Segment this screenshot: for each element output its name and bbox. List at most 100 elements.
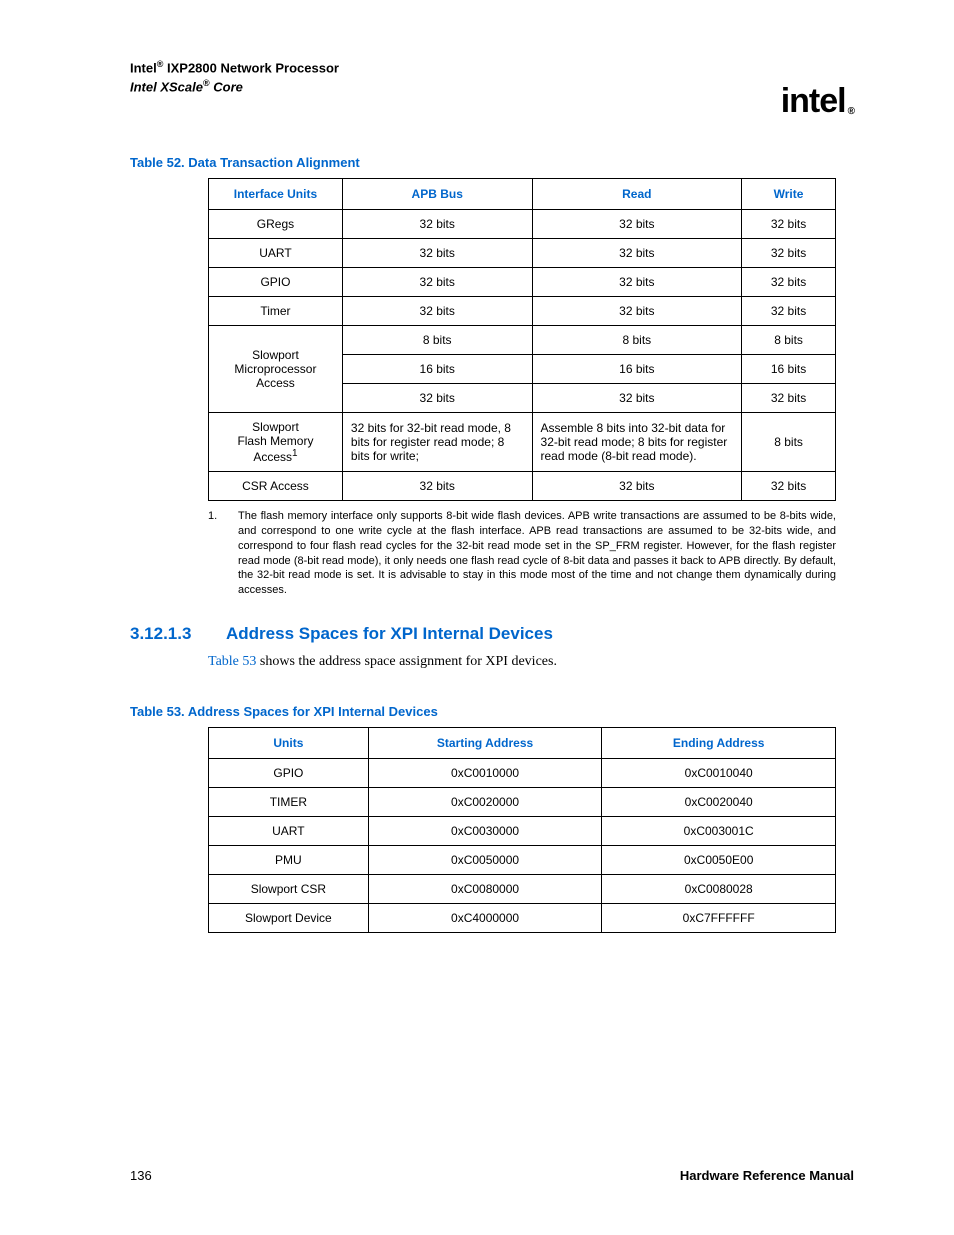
header-title-rest: IXP2800 Network Processor: [163, 60, 339, 75]
section-body-rest: shows the address space assignment for X…: [256, 654, 557, 669]
cell-read: 32 bits: [532, 472, 742, 501]
cell-unit: UART: [209, 239, 343, 268]
page-header: Intel® IXP2800 Network Processor Intel X…: [130, 58, 854, 121]
col-read: Read: [532, 179, 742, 210]
cell-unit: GPIO: [209, 759, 369, 788]
cell-unit: GPIO: [209, 268, 343, 297]
cell-end: 0xC0020040: [602, 788, 836, 817]
table-53: Units Starting Address Ending Address GP…: [208, 727, 836, 933]
cell-unit: TIMER: [209, 788, 369, 817]
section-title: Address Spaces for XPI Internal Devices: [226, 624, 553, 644]
cell-apb: 32 bits: [342, 210, 532, 239]
cell-unit: UART: [209, 817, 369, 846]
cell-read: Assemble 8 bits into 32-bit data for 32-…: [532, 413, 742, 472]
cell-end: 0xC7FFFFFF: [602, 904, 836, 933]
section-number: 3.12.1.3: [130, 624, 204, 644]
caption-text: Data Transaction Alignment: [188, 155, 359, 170]
cell-apb: 16 bits: [342, 355, 532, 384]
cell-unit: Timer: [209, 297, 343, 326]
cell-write: 32 bits: [742, 472, 836, 501]
cell-write: 8 bits: [742, 413, 836, 472]
table-reference-link[interactable]: Table 53: [208, 654, 256, 669]
cell-unit: GRegs: [209, 210, 343, 239]
logo-text: intel: [781, 82, 846, 121]
section-heading: 3.12.1.3 Address Spaces for XPI Internal…: [130, 624, 854, 644]
cell-start: 0xC0050000: [368, 846, 602, 875]
cell-apb: 32 bits: [342, 472, 532, 501]
manual-title: Hardware Reference Manual: [680, 1168, 854, 1183]
cell-read: 32 bits: [532, 297, 742, 326]
cell-write: 8 bits: [742, 326, 836, 355]
cell-start: 0xC0030000: [368, 817, 602, 846]
cell-apb: 32 bits: [342, 297, 532, 326]
cell-write: 32 bits: [742, 268, 836, 297]
header-brand: Intel: [130, 60, 157, 75]
table-53-caption: Table 53. Address Spaces for XPI Interna…: [130, 704, 854, 719]
caption-prefix: Table 53.: [130, 704, 188, 719]
footnote-item: 1. The flash memory interface only suppo…: [208, 509, 836, 598]
cell-read: 32 bits: [532, 268, 742, 297]
caption-text: Address Spaces for XPI Internal Devices: [188, 704, 438, 719]
col-interface-units: Interface Units: [209, 179, 343, 210]
registered-mark: ®: [848, 106, 854, 117]
cell-read: 16 bits: [532, 355, 742, 384]
header-title: Intel® IXP2800 Network Processor: [130, 58, 339, 77]
cell-end: 0xC0050E00: [602, 846, 836, 875]
cell-write: 32 bits: [742, 384, 836, 413]
table-row: Slowport Device0xC40000000xC7FFFFFF: [209, 904, 836, 933]
page: Intel® IXP2800 Network Processor Intel X…: [0, 0, 954, 1235]
cell-unit: Slowport Flash Memory Access1: [209, 413, 343, 472]
header-subtitle: Intel XScale® Core: [130, 77, 339, 96]
table-row: GPIO 32 bits 32 bits 32 bits: [209, 268, 836, 297]
col-end-address: Ending Address: [602, 728, 836, 759]
cell-write: 32 bits: [742, 210, 836, 239]
cell-text: Slowport: [252, 420, 299, 434]
cell-read: 32 bits: [532, 210, 742, 239]
col-apb-bus: APB Bus: [342, 179, 532, 210]
cell-read: 32 bits: [532, 239, 742, 268]
table-row: GPIO0xC00100000xC0010040: [209, 759, 836, 788]
registered-mark: ®: [203, 78, 210, 88]
cell-unit: PMU: [209, 846, 369, 875]
cell-text: Flash Memory Access: [237, 434, 313, 464]
table-row: PMU0xC00500000xC0050E00: [209, 846, 836, 875]
cell-end: 0xC003001C: [602, 817, 836, 846]
cell-apb: 8 bits: [342, 326, 532, 355]
table-row: GRegs 32 bits 32 bits 32 bits: [209, 210, 836, 239]
cell-write: 32 bits: [742, 297, 836, 326]
col-units: Units: [209, 728, 369, 759]
caption-prefix: Table 52.: [130, 155, 188, 170]
cell-start: 0xC0010000: [368, 759, 602, 788]
table-row: Slowport Microprocessor Access 8 bits 8 …: [209, 326, 836, 355]
page-number: 136: [130, 1168, 152, 1183]
cell-end: 0xC0010040: [602, 759, 836, 788]
footnote-number: 1.: [208, 509, 224, 598]
table-row: UART0xC00300000xC003001C: [209, 817, 836, 846]
section-body: Table 53 shows the address space assignm…: [208, 654, 854, 670]
table-row: Slowport CSR0xC00800000xC0080028: [209, 875, 836, 904]
table-row: TIMER0xC00200000xC0020040: [209, 788, 836, 817]
cell-write: 32 bits: [742, 239, 836, 268]
table-52-footnote: 1. The flash memory interface only suppo…: [208, 509, 836, 598]
cell-apb: 32 bits for 32-bit read mode, 8 bits for…: [342, 413, 532, 472]
cell-unit: Slowport Device: [209, 904, 369, 933]
table-row: CSR Access 32 bits 32 bits 32 bits: [209, 472, 836, 501]
cell-apb: 32 bits: [342, 239, 532, 268]
cell-unit: Slowport CSR: [209, 875, 369, 904]
cell-write: 16 bits: [742, 355, 836, 384]
table-header-row: Units Starting Address Ending Address: [209, 728, 836, 759]
cell-unit: Slowport Microprocessor Access: [209, 326, 343, 413]
table-52-caption: Table 52. Data Transaction Alignment: [130, 155, 854, 170]
table-header-row: Interface Units APB Bus Read Write: [209, 179, 836, 210]
col-write: Write: [742, 179, 836, 210]
footnote-ref: 1: [292, 448, 298, 459]
header-text: Intel® IXP2800 Network Processor Intel X…: [130, 58, 339, 96]
header-subtitle-prefix: Intel XScale: [130, 79, 203, 94]
cell-apb: 32 bits: [342, 384, 532, 413]
cell-start: 0xC0080000: [368, 875, 602, 904]
cell-unit: CSR Access: [209, 472, 343, 501]
col-start-address: Starting Address: [368, 728, 602, 759]
cell-apb: 32 bits: [342, 268, 532, 297]
cell-read: 32 bits: [532, 384, 742, 413]
cell-read: 8 bits: [532, 326, 742, 355]
